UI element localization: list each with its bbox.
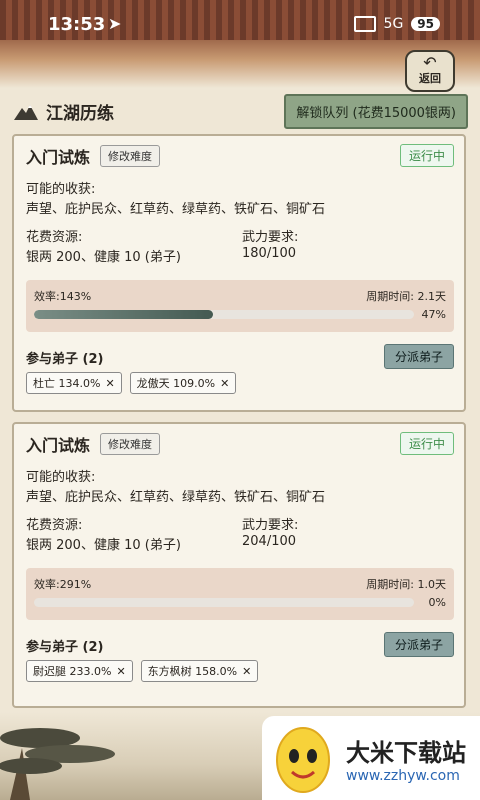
- trial-name: 入门试炼: [26, 436, 91, 455]
- battery-level: 95: [411, 17, 440, 31]
- watermark: 大米下载站 www.zzhyw.com: [262, 716, 480, 800]
- efficiency-text: 效率:291%: [34, 578, 92, 591]
- watermark-title: 大米下载站: [346, 738, 466, 767]
- assign-disciple-button[interactable]: 分派弟子: [383, 344, 454, 369]
- watermark-text: 大米下载站 www.zzhyw.com: [346, 733, 466, 784]
- efficiency-text: 效率:143%: [34, 290, 92, 303]
- member-chip[interactable]: 龙傲天 109.0% ✕: [129, 372, 237, 394]
- member-chip-label: 龙傲天 109.0%: [136, 377, 216, 390]
- status-bar: 13:53 ➤ 5G 95: [0, 0, 480, 52]
- gains-value: 声望、庇护民众、红草药、绿草药、铁矿石、铜矿石: [26, 490, 326, 505]
- page-title: 江湖历练: [46, 103, 114, 124]
- status-badge: 运行中: [399, 432, 454, 455]
- progress-bar: [34, 598, 414, 607]
- trial-card: 入门试炼 修改难度 运行中 可能的收获: 声望、庇护民众、红草药、绿草药、铁矿石…: [12, 422, 466, 708]
- edit-difficulty-button[interactable]: 修改难度: [100, 145, 161, 167]
- cost-value: 银两 200、健康 10 (弟子): [26, 538, 181, 553]
- power-value: 204/100: [242, 534, 297, 549]
- power-label: 武力要求:: [242, 518, 299, 533]
- assign-disciple-button[interactable]: 分派弟子: [383, 632, 454, 657]
- member-chip[interactable]: 东方枫树 158.0% ✕: [140, 660, 259, 682]
- members-label: 参与弟子 (2): [26, 352, 104, 367]
- progress-percent: 47%: [421, 308, 446, 321]
- status-badge: 运行中: [399, 144, 454, 167]
- member-chips: 杜亡 134.0% ✕ 龙傲天 109.0% ✕: [26, 372, 237, 394]
- member-chip[interactable]: 杜亡 134.0% ✕: [26, 372, 122, 394]
- close-icon[interactable]: ✕: [116, 665, 125, 678]
- members-label: 参与弟子 (2): [26, 640, 104, 655]
- signal-icon: [353, 16, 376, 32]
- pine-tree-decoration: [0, 728, 115, 800]
- member-chips: 尉迟腿 233.0% ✕ 东方枫树 158.0% ✕: [26, 660, 259, 682]
- member-chip-label: 东方枫树 158.0%: [147, 665, 238, 678]
- member-chip-label: 尉迟腿 233.0%: [33, 665, 112, 678]
- network-type: 5G: [383, 16, 404, 32]
- progress-fill: [34, 310, 213, 319]
- egg-mascot-icon: [276, 727, 330, 793]
- watermark-url: www.zzhyw.com: [346, 767, 460, 784]
- card-header: 入门试炼 修改难度: [26, 432, 161, 456]
- close-icon[interactable]: ✕: [220, 377, 229, 390]
- trial-name: 入门试炼: [26, 148, 91, 167]
- member-chip[interactable]: 尉迟腿 233.0% ✕: [26, 660, 133, 682]
- cost-value: 银两 200、健康 10 (弟子): [26, 250, 181, 265]
- progress-bar: [34, 310, 414, 319]
- gains-label: 可能的收获:: [26, 470, 96, 485]
- mountain-icon: [14, 105, 38, 120]
- progress-percent: 0%: [428, 596, 446, 609]
- card-header: 入门试炼 修改难度: [26, 144, 161, 168]
- status-indicators: 5G 95: [353, 16, 440, 32]
- navigation-arrow-icon: ➤: [108, 14, 122, 33]
- cost-label: 花费资源:: [26, 518, 83, 533]
- back-button-label: 返回: [419, 72, 441, 85]
- power-label: 武力要求:: [242, 230, 299, 245]
- gains-label: 可能的收获:: [26, 182, 96, 197]
- close-icon[interactable]: ✕: [242, 665, 251, 678]
- member-chip-label: 杜亡 134.0%: [33, 377, 101, 390]
- gains-value: 声望、庇护民众、红草药、绿草药、铁矿石、铜矿石: [26, 202, 326, 217]
- efficiency-panel: 效率:143% 周期时间: 2.1天 47%: [26, 280, 454, 332]
- back-button[interactable]: ↶ 返回: [405, 50, 455, 92]
- cycle-time-text: 周期时间: 2.1天: [366, 290, 446, 303]
- cycle-time-text: 周期时间: 1.0天: [366, 578, 446, 591]
- efficiency-panel: 效率:291% 周期时间: 1.0天 0%: [26, 568, 454, 620]
- unlock-queue-button[interactable]: 解锁队列 (花费15000银两): [284, 94, 468, 129]
- status-time: 13:53: [48, 14, 106, 35]
- edit-difficulty-button[interactable]: 修改难度: [100, 433, 161, 455]
- back-arrow-icon: ↶: [423, 53, 437, 72]
- close-icon[interactable]: ✕: [105, 377, 114, 390]
- cost-label: 花费资源:: [26, 230, 83, 245]
- trial-card: 入门试炼 修改难度 运行中 可能的收获: 声望、庇护民众、红草药、绿草药、铁矿石…: [12, 134, 466, 412]
- power-value: 180/100: [242, 246, 297, 261]
